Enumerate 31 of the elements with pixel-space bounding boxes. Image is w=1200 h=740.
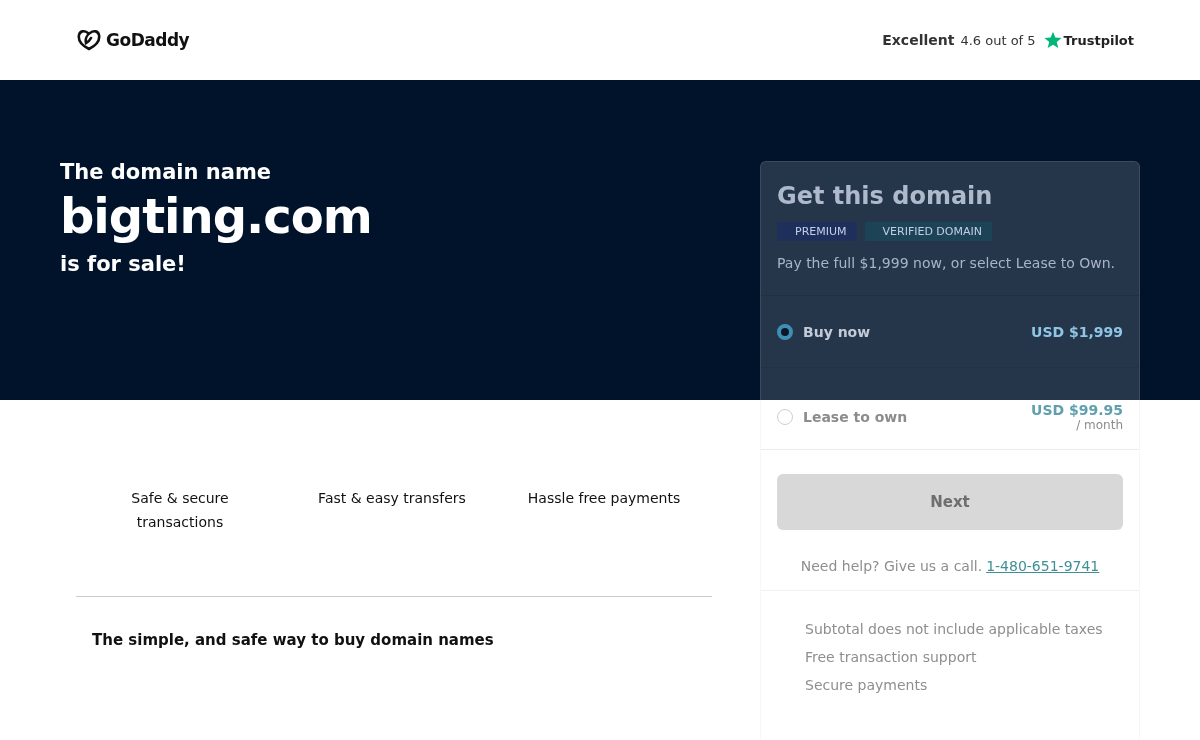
logo-icon — [76, 28, 102, 52]
feature-text: Safe & secure transactions — [130, 489, 230, 532]
card-title: Get this domain — [777, 182, 994, 210]
note-text: Free transaction support — [805, 648, 978, 667]
note-text: Secure payments — [805, 676, 929, 695]
review-site-name: Trustpilot — [1063, 32, 1134, 48]
radio-button[interactable] — [777, 408, 793, 425]
option-price: USD $99.95 — [1031, 401, 1123, 418]
domain-name: bigting.com — [60, 188, 373, 244]
feature-text: Hassle free payments — [526, 489, 682, 508]
option-price: USD $1,999 — [1031, 323, 1123, 340]
hero-intro: The domain name — [60, 160, 273, 184]
option-label: Buy now — [803, 323, 872, 340]
tag: PREMIUM — [777, 222, 857, 241]
phone-link[interactable]: 1-480-651-9741 — [986, 558, 1100, 574]
feature-text: Fast & easy transfers — [317, 489, 467, 508]
hero-outro: is for sale! — [60, 252, 187, 276]
purchase-option[interactable]: Buy now USD $1,999 — [761, 296, 1139, 368]
option-label: Lease to own — [803, 408, 909, 425]
help-text: Need help? Give us a call. — [800, 558, 983, 574]
rating-word: Excellent — [882, 32, 955, 48]
radio-button[interactable] — [777, 323, 793, 340]
logo-text: GoDaddy — [106, 30, 190, 50]
tag: VERIFIED DOMAIN — [864, 222, 992, 241]
rating-score: 4.6 out of 5 — [960, 32, 1036, 48]
note-text: Subtotal does not include applicable taxes — [805, 620, 1104, 639]
purchase-option[interactable]: Lease to own USD $99.95 / month — [761, 368, 1139, 450]
card-description: Pay the full $1,999 now, or select Lease to Own. — [777, 255, 1117, 271]
price-period: / month — [1076, 417, 1123, 432]
star-icon — [1043, 31, 1062, 49]
section-heading: The simple, and safe way to buy domain names — [92, 631, 495, 649]
